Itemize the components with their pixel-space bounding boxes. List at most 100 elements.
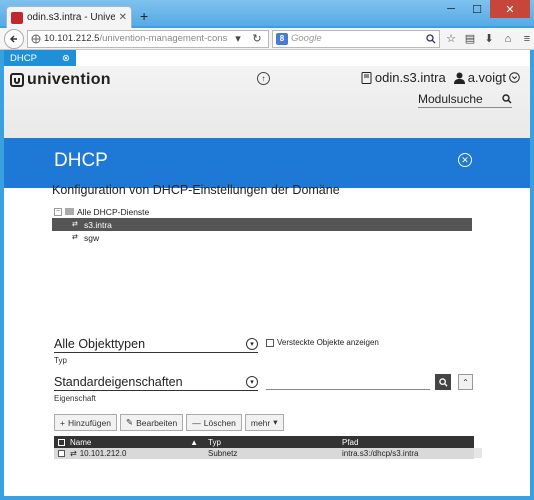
- delete-button[interactable]: — Löschen: [186, 414, 242, 431]
- tree-item-label: sgw: [84, 232, 100, 243]
- univention-logo-icon: [10, 73, 24, 87]
- tab-close-icon[interactable]: ✕: [119, 12, 127, 23]
- network-icon: ⇄: [72, 234, 78, 241]
- maximize-button[interactable]: ☐: [464, 0, 490, 18]
- search-icon: [438, 377, 448, 387]
- window-controls: ─ ☐ ✕: [438, 0, 530, 18]
- url-text: 10.101.212.5/univention-management-conso…: [44, 33, 227, 44]
- row-checkbox[interactable]: [54, 450, 68, 457]
- host-menu[interactable]: odin.s3.intra: [361, 70, 446, 85]
- row-pfad-cell: intra.s3:/dhcp/s3.intra: [342, 449, 419, 458]
- property-value: Standardeigenschaften: [54, 375, 183, 389]
- grid-header: Name ▲ Typ Pfad: [54, 436, 474, 448]
- search-button[interactable]: [435, 374, 451, 390]
- search-form: Alle Objekttypen ▾ Typ Versteckte Objekt…: [52, 334, 502, 404]
- univention-favicon-icon: [11, 11, 23, 24]
- module-title-bar: DHCP ✕: [4, 138, 530, 188]
- row-typ-cell: Subnetz: [208, 449, 238, 458]
- collapse-icon[interactable]: −: [54, 207, 62, 216]
- tab-dhcp[interactable]: DHCP ⊗: [4, 50, 76, 66]
- upload-icon[interactable]: ↑: [257, 72, 270, 85]
- home-icon[interactable]: ⌂: [500, 31, 516, 47]
- grid-toolbar: + Hinzufügen ✎ Bearbeiten — Löschen mehr ▾: [54, 414, 284, 431]
- tab-title: odin.s3.intra - Univention ...: [27, 12, 115, 23]
- tree-item-label: s3.intra: [84, 219, 112, 230]
- close-window-button[interactable]: ✕: [490, 0, 530, 18]
- select-all-checkbox[interactable]: [54, 438, 68, 446]
- add-label: Hinzufügen: [67, 417, 111, 428]
- add-button[interactable]: + Hinzufügen: [54, 414, 117, 431]
- pencil-icon: ✎: [125, 417, 134, 427]
- close-module-icon[interactable]: ✕: [458, 153, 472, 167]
- object-type-select[interactable]: Alle Objekttypen ▾: [54, 336, 258, 353]
- reload-icon[interactable]: ↻: [249, 31, 265, 47]
- module-search-label: Modulsuche: [418, 91, 483, 106]
- folder-icon: [65, 208, 74, 215]
- more-label: mehr: [250, 417, 271, 428]
- chevron-down-icon: ▾: [273, 417, 278, 427]
- row-name-cell: ⇄ 10.101.212.0: [70, 449, 127, 458]
- tree-root[interactable]: − Alle DHCP-Dienste: [52, 205, 472, 218]
- network-icon: ⇄: [72, 221, 78, 228]
- user-name: a.voigt: [467, 70, 506, 85]
- dhcp-tree: − Alle DHCP-Dienste ⇄ s3.intra ⇄ sgw: [52, 205, 472, 244]
- more-button[interactable]: mehr ▾: [244, 414, 284, 431]
- umc-header: univention ↑ odin.s3.intra a.voigt Modul…: [4, 66, 530, 188]
- module-title: DHCP: [54, 150, 108, 171]
- bookmark-star-icon[interactable]: ☆: [443, 31, 459, 47]
- hidden-objects-label: Versteckte Objekte anzeigen: [277, 338, 379, 347]
- logo-text: univention: [27, 71, 111, 88]
- property-select[interactable]: Standardeigenschaften ▾: [54, 374, 258, 391]
- tree-item-s3-intra[interactable]: ⇄ s3.intra: [52, 218, 472, 231]
- collapse-search-button[interactable]: ⌃: [458, 374, 473, 390]
- menu-icon[interactable]: ≡: [519, 31, 534, 47]
- property-label: Eigenschaft: [54, 394, 96, 403]
- browser-tab[interactable]: odin.s3.intra - Univention ... ✕: [6, 6, 132, 28]
- new-tab-button[interactable]: +: [140, 8, 148, 24]
- chevron-down-icon[interactable]: ▾: [246, 376, 258, 388]
- url-bar[interactable]: 10.101.212.5/univention-management-conso…: [27, 29, 269, 48]
- user-menu[interactable]: a.voigt: [453, 70, 520, 85]
- table-row[interactable]: ⇄ 10.101.212.0 Subnetz intra.s3:/dhcp/s3…: [54, 448, 474, 459]
- results-grid: Name ▲ Typ Pfad ⇄ 10.101.212.0 Subnetz in…: [54, 436, 474, 459]
- hidden-objects-checkbox[interactable]: [266, 338, 274, 347]
- chevron-down-icon[interactable]: ▾: [246, 338, 258, 350]
- host-name: odin.s3.intra: [374, 70, 446, 85]
- download-icon[interactable]: ⬇: [481, 31, 497, 47]
- minimize-button[interactable]: ─: [438, 0, 464, 18]
- magnifier-icon[interactable]: [426, 33, 436, 44]
- univention-logo: univention: [10, 71, 111, 89]
- tree-item-sgw[interactable]: ⇄ sgw: [52, 231, 472, 244]
- edit-label: Bearbeiten: [136, 417, 178, 428]
- navigation-bar: 10.101.212.5/univention-management-conso…: [0, 28, 534, 50]
- search-bar[interactable]: 8 Google: [272, 29, 440, 48]
- umc-tab-bar: DHCP ⊗: [4, 50, 530, 66]
- delete-label: Löschen: [203, 417, 236, 428]
- object-type-label: Typ: [54, 356, 67, 365]
- tab-close-icon[interactable]: ⊗: [62, 53, 70, 64]
- grid-scrollbar[interactable]: [474, 448, 482, 458]
- reading-list-icon[interactable]: ▤: [462, 31, 478, 47]
- column-typ[interactable]: Typ: [204, 438, 338, 447]
- module-search[interactable]: Modulsuche: [418, 90, 512, 108]
- page-heading: Konfiguration von DHCP-Einstellungen der…: [52, 183, 340, 197]
- chevron-down-circle-icon[interactable]: [509, 72, 520, 83]
- subnet-icon: ⇄: [70, 449, 77, 458]
- back-arrow-icon: [10, 35, 17, 42]
- back-button[interactable]: [4, 28, 24, 49]
- user-icon: [453, 72, 465, 84]
- search-placeholder: Google: [291, 33, 322, 44]
- edit-button[interactable]: ✎ Bearbeiten: [119, 414, 184, 431]
- column-pfad[interactable]: Pfad: [338, 438, 458, 447]
- search-engine-icon[interactable]: 8: [276, 32, 288, 45]
- tab-dhcp-label: DHCP: [10, 52, 37, 64]
- hidden-objects-toggle[interactable]: Versteckte Objekte anzeigen: [266, 338, 379, 347]
- url-path: /univention-management-console/?lang=de-…: [99, 33, 227, 44]
- server-icon: [361, 71, 372, 84]
- column-name[interactable]: Name ▲: [68, 438, 204, 447]
- search-icon[interactable]: [502, 93, 512, 104]
- plus-icon: +: [60, 417, 65, 428]
- dropdown-arrow-icon[interactable]: ▾: [230, 31, 246, 47]
- browser-window: odin.s3.intra - Univention ... ✕ + ─ ☐ ✕…: [0, 0, 534, 500]
- search-text-input[interactable]: [266, 374, 430, 390]
